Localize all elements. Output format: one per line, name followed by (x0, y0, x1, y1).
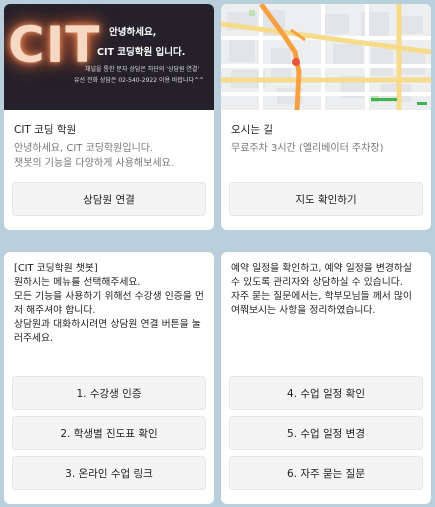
schedule-message-text: 예약 일정을 확인하고, 예약 일정을 변경하실 수 있도록 관리자와 상담하실… (231, 263, 412, 316)
online-class-link-button[interactable]: 3. 온라인 수업 링크 (12, 456, 206, 490)
student-verification-button[interactable]: 1. 수강생 인증 (12, 376, 206, 410)
banner-info-line1: 채널을 통한 문자 상담은 하단의 '상담원 연결' (85, 66, 200, 73)
card-title: 오시는 길 (231, 124, 273, 136)
map-image (221, 4, 431, 111)
card-title: CIT 코딩 학원 (14, 124, 77, 136)
view-map-button[interactable]: 지도 확인하기 (229, 182, 423, 216)
map-graphic (221, 4, 431, 111)
faq-button[interactable]: 6. 자주 묻는 질문 (229, 456, 423, 490)
academy-banner-image: CIT 안녕하세요, CIT 코딩학원 입니다. 채널을 통한 문자 상담은 하… (4, 4, 214, 110)
check-schedule-button[interactable]: 4. 수업 일정 확인 (229, 376, 423, 410)
card-description: 무료주차 3시간 (엘리베이터 주차장) (231, 143, 384, 154)
banner-greeting-line1: 안녕하세요, (109, 27, 157, 38)
cit-logo: CIT (8, 16, 101, 74)
academy-card: CIT 안녕하세요, CIT 코딩학원 입니다. 채널을 통한 문자 상담은 하… (4, 4, 214, 230)
schedule-menu-card: 예약 일정을 확인하고, 예약 일정을 변경하실 수 있도록 관리자와 상담하실… (221, 252, 431, 504)
connect-counselor-button[interactable]: 상담원 연결 (12, 182, 206, 216)
directions-card: 오시는 길 무료주차 3시간 (엘리베이터 주차장) 지도 확인하기 (221, 4, 431, 230)
progress-chart-button[interactable]: 2. 학생별 진도표 확인 (12, 416, 206, 450)
banner-info-line2: 유선 전화 상담은 02-540-2922 이용 바랍니다^^ (74, 77, 205, 84)
change-schedule-button[interactable]: 5. 수업 일정 변경 (229, 416, 423, 450)
card-description: 안녕하세요, CIT 코딩학원입니다. 챗봇의 기능을 다양하게 사용해보세요. (14, 143, 174, 169)
banner-greeting-line2: CIT 코딩학원 입니다. (97, 47, 186, 58)
chatbot-menu-card: [CIT 코딩학원 챗봇] 원하시는 메뉴를 선택해주세요. 모든 기능을 사용… (4, 252, 214, 504)
chatbot-message-text: [CIT 코딩학원 챗봇] 원하시는 메뉴를 선택해주세요. 모든 기능을 사용… (14, 263, 204, 344)
